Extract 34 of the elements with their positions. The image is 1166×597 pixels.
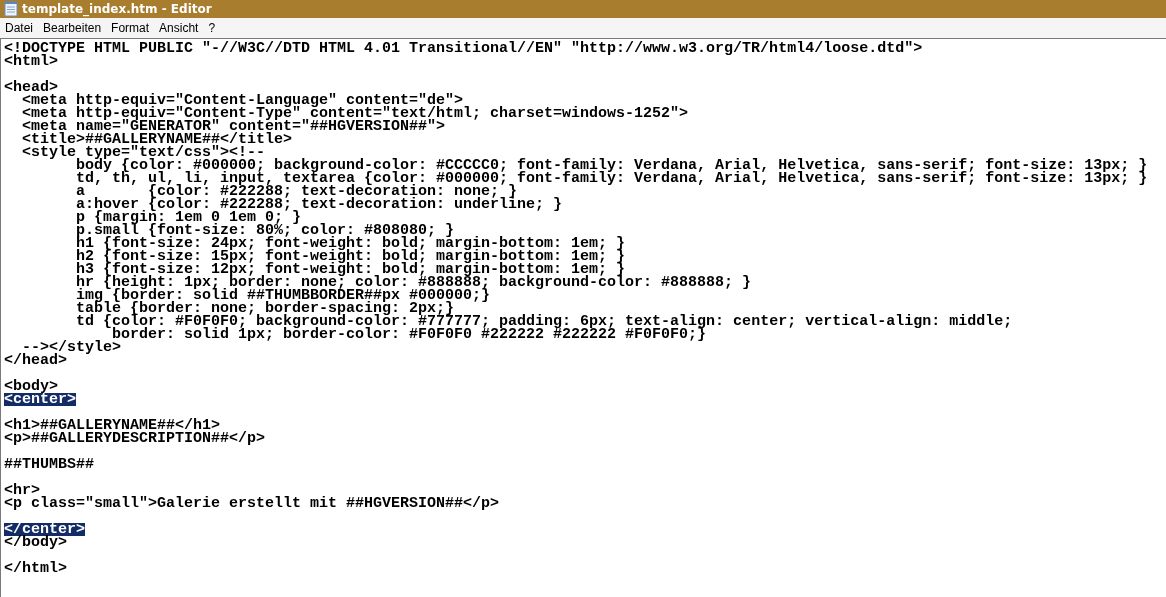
text-editor[interactable]	[0, 38, 1166, 597]
code-line: p {margin: 1em 0 1em 0; }	[75, 211, 302, 224]
code-line: ##THUMBS##	[4, 458, 94, 471]
code-line: <!DOCTYPE HTML PUBLIC "-//W3C//DTD HTML 4.01 Transitional//EN" "http://www.w3.org/TR/html4/loose.dtd">	[4, 42, 923, 55]
code-line: td {color: #F0F0F0; background-color: #777777; padding: 6px; text-align: center; vertical-align: middle;	[75, 315, 1013, 328]
code-line: </html>	[4, 562, 67, 575]
code-line: table {border: none; border-spacing: 2px;}	[75, 302, 455, 315]
menu-item[interactable]: ?	[203, 21, 221, 35]
code-line: <meta http-equiv="Content-Language" content="de">	[21, 94, 464, 107]
code-line: <meta name="GENERATOR" content="##HGVERSION##">	[21, 120, 446, 133]
code-line: <p class="small">Galerie erstellt mit ##HGVERSION##</p>	[4, 497, 500, 510]
code-line: <meta http-equiv="Content-Type" content="text/html; charset=windows-1252">	[21, 107, 689, 120]
menu-item[interactable]: Bearbeiten	[38, 21, 107, 35]
menu-item[interactable]: Ansicht	[154, 21, 204, 35]
code-line: <head>	[4, 81, 58, 94]
window-title: template_index.htm - Editor	[22, 2, 212, 16]
code-line: <title>##GALLERYNAME##</title>	[21, 133, 293, 146]
menu-item[interactable]: Format	[106, 21, 155, 35]
code-line: p.small {font-size: 80%; color: #808080; }	[75, 224, 455, 237]
code-line: hr {height: 1px; border: none; color: #888888; background-color: #888888; }	[75, 276, 752, 289]
code-line: </head>	[4, 354, 67, 367]
code-line: <html>	[4, 55, 58, 68]
code-line: a:hover {color: #222288; text-decoration: underline; }	[75, 198, 563, 211]
code-line: <hr>	[4, 484, 40, 497]
code-line: img {border: solid ##THUMBBORDER##px #000000;}	[75, 289, 491, 302]
code-line: <p>##GALLERYDESCRIPTION##</p>	[4, 432, 266, 445]
code-line: </body>	[4, 536, 67, 549]
code-line: <style type="text/css"><!--	[21, 146, 266, 159]
menu-item[interactable]: Datei	[0, 21, 38, 35]
code-line: <h1>##GALLERYNAME##</h1>	[4, 419, 221, 432]
code-line: --></style>	[22, 341, 122, 354]
code-line: <body>	[4, 380, 58, 393]
code-line: border: solid 1px; border-color: #F0F0F0 #222222 #222222 #F0F0F0;}	[112, 328, 707, 341]
code-line: a {color: #222288; text-decoration: none; }	[75, 185, 518, 198]
